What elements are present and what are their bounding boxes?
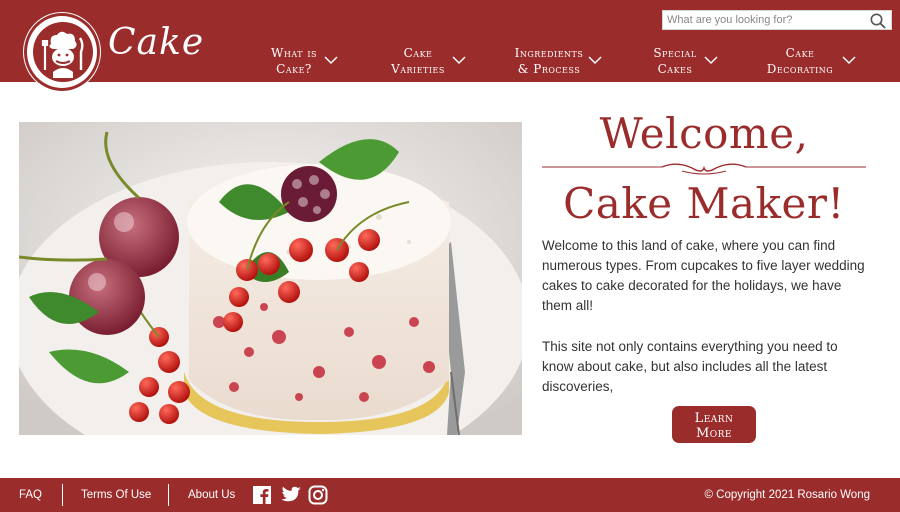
chef-logo-icon — [33, 22, 93, 82]
chevron-down-icon — [842, 56, 856, 65]
chevron-down-icon — [452, 56, 466, 65]
brand-name[interactable]: Cake — [108, 22, 204, 63]
nav-label-line1: Cake — [785, 46, 815, 60]
nav-item-special-cakes[interactable]: Special Cakes — [644, 45, 718, 77]
search-input[interactable] — [667, 12, 857, 28]
chevron-down-icon — [704, 56, 718, 65]
twitter-icon[interactable] — [280, 485, 302, 505]
welcome-heading: Welcome, Cake Maker! — [542, 106, 866, 230]
hero-cake-image — [19, 122, 522, 435]
nav-label-line2: Cakes — [657, 62, 693, 76]
search-box — [662, 10, 892, 30]
footer-divider — [168, 484, 169, 506]
nav-item-what-is-cake[interactable]: What is Cake? — [262, 45, 338, 77]
search-icon[interactable] — [869, 12, 887, 30]
nav-label-line2: Decorating — [766, 62, 834, 76]
footer-link-about[interactable]: About Us — [188, 489, 235, 501]
nav-item-ingredients-process[interactable]: Ingredients & Process — [508, 45, 602, 77]
nav-label-line1: Cake — [403, 46, 433, 60]
nav-item-cake-varieties[interactable]: Cake Varieties — [386, 45, 466, 77]
instagram-icon[interactable] — [308, 485, 328, 505]
footer-link-faq[interactable]: FAQ — [19, 489, 42, 501]
welcome-line1: Welcome, — [599, 109, 809, 158]
nav-label-line1: Ingredients — [514, 46, 584, 60]
nav-label-line1: Special — [653, 46, 697, 60]
footer-divider — [62, 484, 63, 506]
learn-more-line2: More — [695, 426, 733, 441]
nav-label-line2: & Process — [517, 62, 581, 76]
chevron-down-icon — [324, 56, 338, 65]
facebook-icon[interactable] — [252, 485, 272, 505]
learn-more-line1: Learn — [694, 411, 734, 426]
copyright-text: © Copyright 2021 Rosario Wong — [704, 489, 870, 501]
footer-link-terms[interactable]: Terms Of Use — [81, 489, 151, 501]
site-footer: FAQ Terms Of Use About Us © Copyright 20… — [0, 478, 900, 512]
nav-label-line2: Varieties — [391, 62, 445, 76]
intro-paragraph-2: This site not only contains everything y… — [542, 339, 838, 394]
learn-more-button[interactable]: Learn More — [672, 406, 756, 443]
chef-logo[interactable] — [24, 13, 100, 91]
nav-label-line1: What is — [271, 46, 317, 60]
chevron-down-icon — [588, 56, 602, 65]
nav-label-line2: Cake? — [276, 62, 312, 76]
welcome-line2: Cake Maker! — [563, 179, 845, 228]
ornament-divider — [542, 162, 866, 178]
nav-item-cake-decorating[interactable]: Cake Decorating — [760, 45, 856, 77]
site-header: Cake What is Cake? Cake Varieties Ingred… — [0, 0, 900, 91]
intro-paragraph-1: Welcome to this land of cake, where you … — [542, 238, 865, 313]
